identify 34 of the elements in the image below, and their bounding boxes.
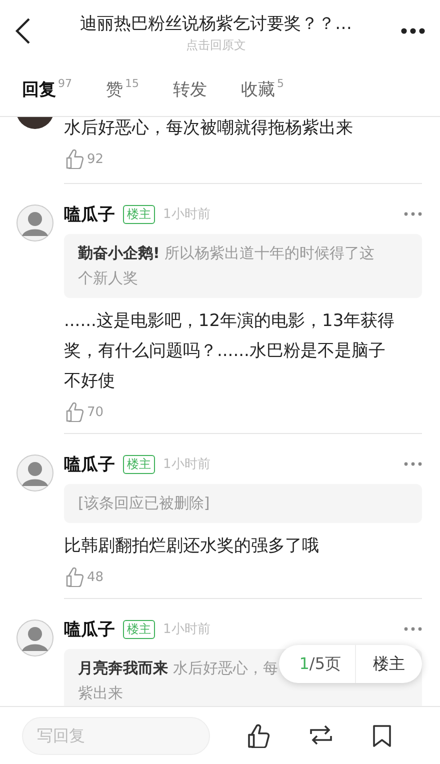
thumbs-up-icon [64, 567, 84, 587]
tab[interactable]: 回复$^{97}$ [22, 78, 72, 101]
thumbs-up-icon [64, 149, 84, 169]
quoted-reply-line: 月亮奔我而来 水后好恶心，每 [78, 658, 278, 679]
like-button[interactable] [246, 724, 270, 748]
reply-field[interactable]: 写回复 [22, 716, 210, 754]
timestamp: 1小时前 [163, 621, 212, 638]
author-only-button[interactable]: 楼主 [356, 645, 422, 683]
avatar-icon [16, 454, 54, 492]
username[interactable]: 嗑瓜子 [64, 452, 115, 476]
author-badge: 楼主 [123, 454, 155, 474]
page-indicator[interactable]: 1/5页 [279, 645, 356, 683]
post-title: 迪丽热巴粉丝说杨紫乞讨要奖？？… [80, 13, 352, 35]
deleted-notice: [该条回应已被删除] [64, 484, 422, 523]
author-badge: 楼主 [123, 620, 155, 638]
comment-text: 水后好恶心，每次被嘲就得拖杨紫出来 [64, 117, 354, 140]
comment-text: 比韩剧翻拍烂剧还水奖的强多了哦 [64, 535, 320, 558]
quoted-reply: 勤奋小企鹅! 所以杨紫出道十年的时候得了这个新人奖 [64, 234, 422, 298]
username[interactable]: 嗑瓜子 [64, 202, 115, 226]
username[interactable]: 嗑瓜子 [64, 618, 115, 640]
tab[interactable]: 赞$^{15}$ [106, 78, 139, 101]
bookmark-button[interactable] [372, 724, 392, 748]
author-badge: 楼主 [123, 204, 155, 224]
thumbs-up-icon [64, 402, 84, 422]
quoted-reply-line: 紫出来 [78, 683, 123, 704]
more-button[interactable] [400, 27, 426, 35]
timestamp: 1小时前 [163, 206, 212, 223]
avatar-icon [16, 204, 54, 242]
avatar-icon [16, 619, 54, 657]
comment-text: ......这是电影吧，12年演的电影，13年获得奖，有什么问题吗？......水巴粉是不是脑子不好使 [64, 310, 396, 393]
tab[interactable]: 转发 [173, 78, 207, 101]
tab[interactable]: 收藏$^{5}$ [241, 78, 284, 101]
back-button[interactable] [14, 17, 32, 45]
timestamp: 1小时前 [163, 456, 212, 473]
